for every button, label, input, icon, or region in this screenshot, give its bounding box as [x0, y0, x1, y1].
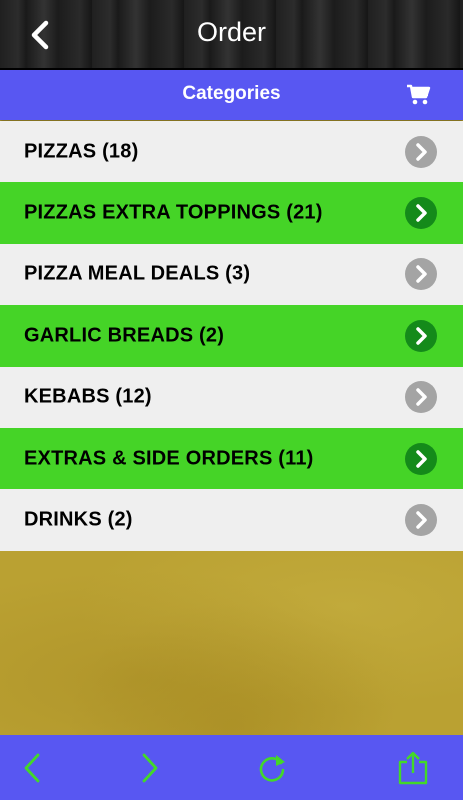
cart-icon — [407, 84, 431, 105]
chevron-right-icon — [405, 504, 437, 537]
category-row-garlic-breads[interactable]: GARLIC BREADS (2) — [0, 305, 463, 367]
chevron-right-icon — [405, 197, 437, 230]
refresh-button[interactable] — [255, 751, 289, 785]
category-row-pizza-meal-deals[interactable]: PIZZA MEAL DEALS (3) — [0, 243, 463, 306]
category-row-pizzas-extra-toppings[interactable]: PIZZAS EXTRA TOPPINGS (21) — [0, 182, 463, 244]
background-texture — [0, 551, 463, 735]
category-row-drinks[interactable]: DRINKS (2) — [0, 489, 463, 551]
category-label: PIZZAS EXTRA TOPPINGS (21) — [24, 201, 323, 224]
chevron-right-icon — [405, 135, 437, 168]
header-bar: Order — [0, 0, 463, 70]
refresh-icon — [259, 755, 285, 782]
cart-button[interactable] — [407, 84, 431, 106]
category-label: EXTRAS & SIDE ORDERS (11) — [24, 447, 314, 470]
category-label: PIZZAS (18) — [24, 140, 139, 163]
forward-arrow-icon — [142, 753, 158, 783]
category-row-pizzas[interactable]: PIZZAS (18) — [0, 121, 463, 183]
category-row-extras-side-orders[interactable]: EXTRAS & SIDE ORDERS (11) — [0, 427, 463, 490]
categories-label: Categories — [182, 83, 281, 104]
back-nav-button[interactable] — [16, 751, 50, 785]
category-label: DRINKS (2) — [24, 508, 133, 531]
share-icon — [398, 751, 428, 785]
back-arrow-icon — [24, 753, 40, 783]
chevron-right-icon — [405, 381, 437, 414]
category-label: GARLIC BREADS (2) — [24, 324, 225, 347]
category-list: PIZZAS (18) PIZZAS EXTRA TOPPINGS (21) P… — [0, 121, 463, 551]
footer-toolbar — [0, 735, 463, 800]
category-label: PIZZA MEAL DEALS (3) — [24, 262, 251, 285]
chevron-right-icon — [405, 442, 437, 475]
category-label: KEBABS (12) — [24, 385, 152, 408]
categories-bar: Categories — [0, 70, 463, 120]
chevron-right-icon — [405, 258, 437, 291]
share-button[interactable] — [396, 751, 430, 785]
chevron-right-icon — [405, 319, 437, 352]
category-row-kebabs[interactable]: KEBABS (12) — [0, 366, 463, 428]
page-title: Order — [196, 17, 267, 47]
forward-nav-button[interactable] — [132, 751, 166, 785]
